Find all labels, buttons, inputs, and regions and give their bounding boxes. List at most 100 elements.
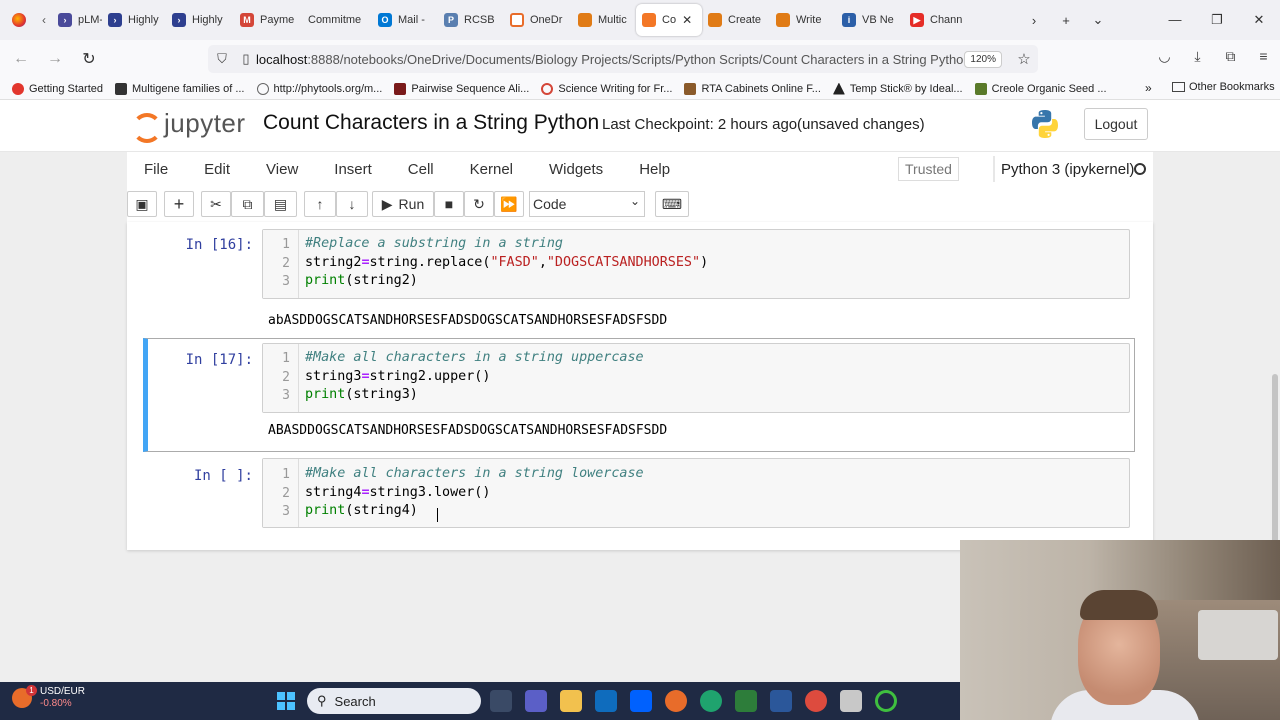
code-editor[interactable]: 1 2 3 #Make all characters in a string l… bbox=[262, 458, 1130, 528]
bookmark-pairwise[interactable]: Pairwise Sequence Ali... bbox=[394, 82, 529, 95]
copy-button[interactable]: ⧉ bbox=[231, 191, 264, 217]
tab-plm[interactable]: › pLM-E bbox=[52, 4, 102, 36]
windows-start-icon[interactable] bbox=[277, 692, 295, 710]
firefox-taskbar-icon[interactable] bbox=[665, 690, 687, 712]
dropbox-icon[interactable] bbox=[630, 690, 652, 712]
tab-highly-2[interactable]: › Highly bbox=[166, 4, 234, 36]
task-view-icon[interactable] bbox=[490, 690, 512, 712]
menu-file[interactable]: File bbox=[127, 161, 186, 178]
code-editor[interactable]: 1 2 3 #Make all characters in a string u… bbox=[262, 343, 1130, 413]
bookmark-star-icon[interactable]: ☆ bbox=[1010, 50, 1038, 68]
tab-active-notebook[interactable]: Co ✕ bbox=[636, 4, 702, 36]
list-tabs-icon[interactable]: ⌄ bbox=[1082, 12, 1114, 28]
url-text[interactable]: localhost:8888/notebooks/OneDrive/Docume… bbox=[256, 52, 964, 67]
save-button[interactable]: ▣ bbox=[127, 191, 157, 217]
other-bookmarks[interactable]: Other Bookmarks bbox=[1172, 81, 1275, 93]
menu-help[interactable]: Help bbox=[621, 161, 688, 178]
line-gutter: 1 2 3 bbox=[263, 459, 299, 527]
tab-rcsb[interactable]: P RCSB bbox=[438, 4, 504, 36]
reload-icon[interactable]: ↻ bbox=[72, 49, 106, 69]
tab-scroll-right-icon[interactable]: › bbox=[1018, 13, 1050, 28]
menu-icon[interactable]: ≡ bbox=[1247, 48, 1280, 65]
outlook-taskbar-icon[interactable] bbox=[770, 690, 792, 712]
extensions-icon[interactable]: ⧉ bbox=[1214, 48, 1247, 65]
mail-icon[interactable] bbox=[595, 690, 617, 712]
bookmark-creole-seed[interactable]: Creole Organic Seed ... bbox=[974, 82, 1107, 95]
command-palette-button[interactable]: ⌨ bbox=[655, 191, 689, 217]
app-ring-icon[interactable] bbox=[875, 690, 897, 712]
play-icon: ▶ bbox=[381, 195, 393, 212]
tab-onedrive[interactable]: OneDr bbox=[504, 4, 572, 36]
code-token: = bbox=[361, 485, 370, 500]
restart-button[interactable]: ↻ bbox=[464, 191, 494, 217]
menu-kernel[interactable]: Kernel bbox=[452, 161, 531, 178]
minimize-icon[interactable]: — bbox=[1154, 12, 1196, 28]
code-editor[interactable]: 1 2 3 #Replace a substring in a string s… bbox=[262, 229, 1130, 299]
notebook-title[interactable]: Count Characters in a String Python bbox=[263, 111, 599, 135]
restore-icon[interactable]: ❐ bbox=[1196, 12, 1238, 28]
back-icon[interactable]: ← bbox=[4, 50, 38, 68]
app-icon[interactable] bbox=[840, 690, 862, 712]
more-bookmarks-icon[interactable]: » bbox=[1145, 81, 1152, 95]
teams-icon[interactable] bbox=[525, 690, 547, 712]
edge-icon[interactable] bbox=[700, 690, 722, 712]
bookmark-getting-started[interactable]: Getting Started bbox=[12, 82, 103, 95]
bookmark-rta-cabinets[interactable]: RTA Cabinets Online F... bbox=[684, 82, 821, 95]
kernel-name[interactable]: Python 3 (ipykernel) bbox=[993, 156, 1134, 182]
forward-icon[interactable]: → bbox=[38, 50, 72, 68]
paste-button[interactable]: ▤ bbox=[264, 191, 297, 217]
currency-widget[interactable]: 1 USD/EUR -0.80% bbox=[12, 685, 85, 710]
tab-vb[interactable]: i VB Ne bbox=[836, 4, 904, 36]
chrome-icon[interactable] bbox=[805, 690, 827, 712]
bookmark-label: Science Writing for Fr... bbox=[558, 82, 673, 95]
input-prompt: In [17]: bbox=[185, 352, 253, 368]
menu-edit[interactable]: Edit bbox=[186, 161, 248, 178]
pocket-icon[interactable]: ◡ bbox=[1148, 48, 1181, 65]
code-token: string2.upper() bbox=[369, 369, 491, 384]
menu-widgets[interactable]: Widgets bbox=[531, 161, 621, 178]
cell-type-select[interactable]: Code ⌄ bbox=[529, 191, 645, 217]
code-cell[interactable]: In [ ]: 1 2 3 #Make all characters in a … bbox=[143, 458, 1135, 530]
tab-mail[interactable]: O Mail - bbox=[372, 4, 438, 36]
shield-icon[interactable]: ⛉ bbox=[208, 51, 236, 67]
download-icon[interactable]: ⤓ bbox=[1181, 48, 1214, 65]
new-tab-icon[interactable]: + bbox=[1050, 13, 1082, 28]
menu-insert[interactable]: Insert bbox=[316, 161, 390, 178]
firefox-icon[interactable] bbox=[12, 13, 26, 27]
code-cell-selected[interactable]: In [17]: 1 2 3 #Make all characters in a… bbox=[143, 338, 1135, 452]
cut-button[interactable]: ✂ bbox=[201, 191, 231, 217]
tab-highly-1[interactable]: › Highly bbox=[102, 4, 166, 36]
bookmark-science-writing[interactable]: Science Writing for Fr... bbox=[541, 82, 673, 95]
tab-payment[interactable]: M Payme bbox=[234, 4, 302, 36]
bookmark-phytools[interactable]: http://phytools.org/m... bbox=[256, 82, 382, 95]
tab-create[interactable]: Create bbox=[702, 4, 770, 36]
interrupt-button[interactable]: ■ bbox=[434, 191, 464, 217]
menu-view[interactable]: View bbox=[248, 161, 316, 178]
tab-channel[interactable]: ▶ Chann bbox=[904, 4, 970, 36]
jupyter-logo[interactable]: jupyter bbox=[132, 108, 246, 143]
excel-icon[interactable] bbox=[735, 690, 757, 712]
tab-write[interactable]: Write bbox=[770, 4, 836, 36]
insert-cell-button[interactable]: + bbox=[164, 191, 194, 217]
logout-button[interactable]: Logout bbox=[1084, 108, 1148, 140]
input-prompt: In [ ]: bbox=[193, 468, 253, 484]
move-down-button[interactable]: ↓ bbox=[336, 191, 368, 217]
trusted-indicator[interactable]: Trusted bbox=[898, 157, 959, 181]
code-cell[interactable]: In [16]: 1 2 3 #Replace a substring in a… bbox=[143, 228, 1135, 336]
bookmark-temp-stick[interactable]: Temp Stick® by Ideal... bbox=[832, 82, 963, 95]
zoom-indicator[interactable]: 120% bbox=[964, 50, 1002, 68]
tab-multic[interactable]: Multic bbox=[572, 4, 636, 36]
taskbar-search[interactable]: ⚲ Search bbox=[307, 688, 481, 714]
tab-commitment[interactable]: Commitme bbox=[302, 4, 372, 36]
page-info-icon[interactable]: ▯ bbox=[236, 51, 256, 67]
move-up-button[interactable]: ↑ bbox=[304, 191, 336, 217]
tab-scroll-left-icon[interactable]: ‹ bbox=[36, 13, 52, 27]
file-explorer-icon[interactable] bbox=[560, 690, 582, 712]
restart-run-all-button[interactable]: ⏩ bbox=[494, 191, 524, 217]
close-window-icon[interactable]: ✕ bbox=[1238, 12, 1280, 28]
close-tab-icon[interactable]: ✕ bbox=[682, 13, 692, 27]
bookmark-multigene[interactable]: Multigene families of ... bbox=[115, 82, 245, 95]
address-bar[interactable]: ⛉ ▯ localhost:8888/notebooks/OneDrive/Do… bbox=[208, 45, 1038, 73]
menu-cell[interactable]: Cell bbox=[390, 161, 452, 178]
run-button[interactable]: ▶ Run bbox=[372, 191, 434, 217]
